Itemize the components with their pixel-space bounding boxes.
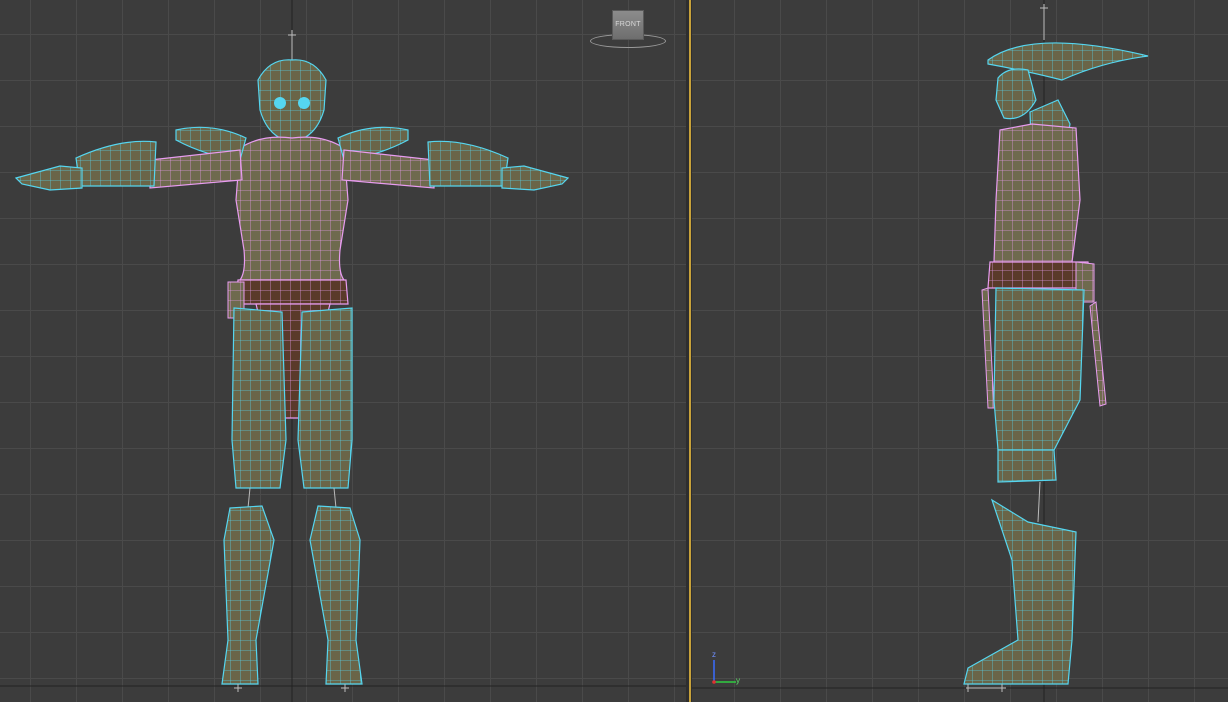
front-viewport[interactable]: FRONT xyxy=(0,0,686,702)
front-scene xyxy=(0,0,686,702)
active-viewport-border xyxy=(689,0,691,702)
viewcube-front-icon[interactable]: FRONT xyxy=(612,10,644,40)
viewcube-label: FRONT xyxy=(615,21,641,28)
axis-tripod-icon: z y xyxy=(702,650,742,690)
left-viewport[interactable]: z y xyxy=(692,0,1228,702)
left-scene xyxy=(692,0,1228,702)
axis-label-z: z xyxy=(712,650,716,659)
axis-label-y: y xyxy=(736,676,740,685)
character-side-mesh xyxy=(963,42,1149,685)
